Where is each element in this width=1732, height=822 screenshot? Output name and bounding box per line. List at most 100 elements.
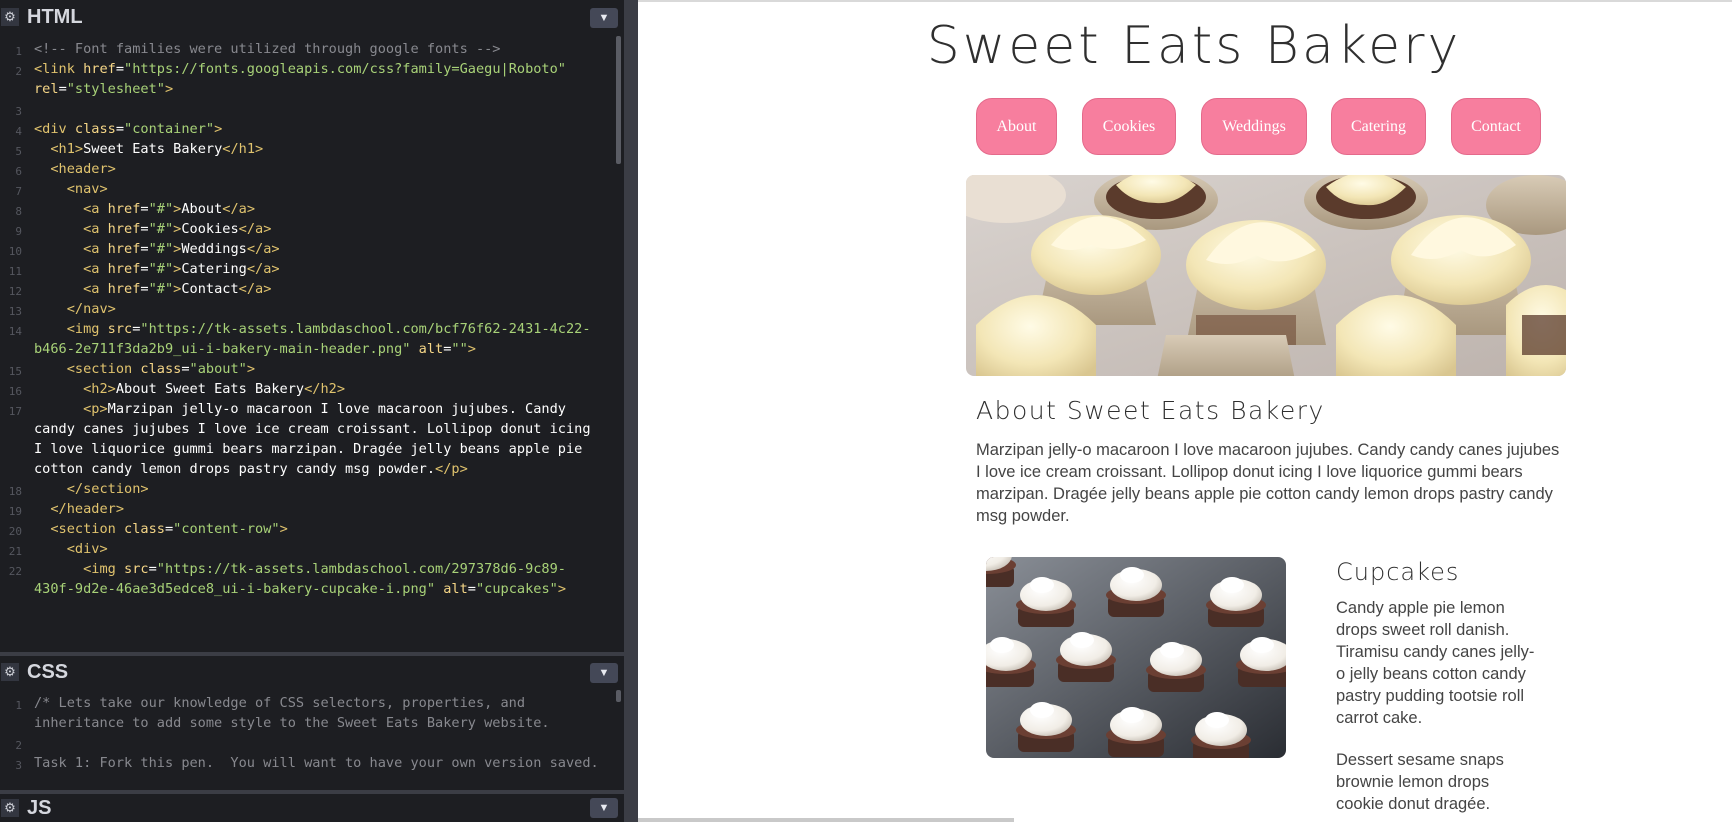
code-line: /* Lets take our knowledge of CSS select…	[34, 692, 525, 714]
nav-about[interactable]: About	[976, 98, 1057, 155]
nav-cookies[interactable]: Cookies	[1082, 98, 1176, 155]
chevron-down-icon[interactable]: ▼	[590, 798, 618, 818]
html-scrollbar[interactable]	[616, 36, 621, 164]
code-token: href	[107, 281, 141, 297]
line-number: 13	[8, 305, 22, 318]
site-title: Sweet Eats Bakery	[926, 16, 1462, 76]
nav-weddings[interactable]: Weddings	[1201, 98, 1307, 155]
css-code-area[interactable]: 1 /* Lets take our knowledge of CSS selec…	[0, 688, 624, 790]
code-line: <a href="#">Cookies</a>	[34, 218, 271, 240]
line-number: 4	[15, 125, 22, 138]
code-token: "stylesheet"	[66, 81, 165, 97]
css-scrollbar[interactable]	[616, 690, 621, 702]
code-token: <a	[83, 261, 108, 277]
css-pane-title: CSS	[27, 660, 69, 683]
code-token: =	[467, 581, 476, 597]
code-token: About Sweet Eats Bakery	[115, 381, 305, 397]
nav-catering[interactable]: Catering	[1331, 98, 1426, 155]
code-token: src	[107, 321, 133, 337]
code-line: I love liquorice gummi bears marzipan. D…	[34, 438, 582, 460]
code-token: 430f-9d2e-46ae3d5edce8_ui-i-bakery-cupca…	[34, 581, 436, 597]
code-token: "#"	[148, 241, 174, 257]
code-token: "#"	[148, 201, 174, 217]
code-token: <div>	[66, 541, 108, 557]
code-token: <a	[83, 221, 108, 237]
code-line: <!-- Font families were utilized through…	[34, 38, 501, 60]
code-token: href	[107, 201, 141, 217]
code-line: <a href="#">Weddings</a>	[34, 238, 279, 260]
code-line: <div class="container">	[34, 118, 222, 140]
gear-icon[interactable]: ⚙	[1, 663, 19, 681]
code-line: rel="stylesheet">	[34, 78, 173, 100]
code-token: "https://tk-assets.lambdaschool.com/2973…	[156, 561, 566, 577]
line-number: 11	[8, 265, 22, 278]
gear-icon[interactable]: ⚙	[1, 8, 19, 26]
code-line: <a href="#">About</a>	[34, 198, 255, 220]
css-pane-header[interactable]: ⚙ CSS ▼	[0, 656, 624, 688]
code-line: 430f-9d2e-46ae3d5edce8_ui-i-bakery-cupca…	[34, 578, 566, 600]
line-number: 2	[15, 739, 22, 752]
code-token: Marzipan jelly-o macaroon I love macaroo…	[107, 401, 566, 417]
code-token: </header>	[50, 501, 125, 517]
html-pane-title: HTML	[27, 5, 83, 28]
code-token: class	[140, 361, 182, 377]
code-token: =	[140, 201, 149, 217]
gear-icon[interactable]: ⚙	[1, 799, 19, 817]
code-token: <h2>	[83, 381, 116, 397]
js-pane-header[interactable]: ⚙ JS ▼	[0, 794, 624, 822]
code-token: >	[279, 521, 288, 537]
code-token: =	[140, 241, 149, 257]
code-token: href	[107, 241, 141, 257]
line-number: 20	[8, 525, 22, 538]
code-token: >	[214, 121, 223, 137]
code-token: =	[140, 281, 149, 297]
code-token: Weddings	[181, 241, 247, 257]
cupcakes-heading: Cupcakes	[1336, 558, 1460, 586]
code-line: <div>	[34, 538, 108, 560]
hero-image	[966, 175, 1566, 376]
line-number: 22	[8, 565, 22, 578]
code-token: </nav>	[66, 301, 116, 317]
code-token: <link	[34, 61, 84, 77]
html-code-area[interactable]: 1 <!-- Font families were utilized throug…	[0, 34, 624, 652]
line-number: 1	[15, 699, 22, 712]
code-token: inheritance to add some style to the Swe…	[34, 715, 550, 731]
code-line: <header>	[34, 158, 115, 180]
line-number: 17	[8, 405, 22, 418]
line-number: 18	[8, 485, 22, 498]
code-line: <a href="#">Catering</a>	[34, 258, 280, 280]
line-number: 12	[8, 285, 22, 298]
editor-resize-handle[interactable]	[624, 0, 638, 822]
cupcakes-image	[986, 557, 1286, 758]
code-token: href	[107, 221, 141, 237]
chevron-down-icon[interactable]: ▼	[590, 663, 618, 683]
code-token: class	[74, 121, 116, 137]
code-token: <!-- Font families were utilized through…	[34, 41, 501, 57]
nav-contact[interactable]: Contact	[1451, 98, 1541, 155]
code-token: </a>	[246, 261, 280, 277]
line-number: 5	[15, 145, 22, 158]
code-editor: ⚙ HTML ▼ 1 <!-- Font families were utiliz…	[0, 0, 624, 822]
code-token: "cupcakes"	[475, 581, 558, 597]
code-token: </a>	[238, 221, 272, 237]
code-token: </a>	[238, 281, 272, 297]
chevron-down-icon[interactable]: ▼	[590, 8, 618, 28]
about-paragraph: Marzipan jelly-o macaroon I love macaroo…	[976, 441, 1560, 525]
result-preview: Sweet Eats Bakery About Cookies Weddings…	[638, 0, 1732, 822]
js-pane-title: JS	[27, 796, 52, 819]
code-token: Catering	[181, 261, 247, 277]
code-token: candy canes jujubes I love ice cream cro…	[34, 421, 591, 437]
line-number: 3	[15, 759, 22, 772]
code-line: <img src="https://tk-assets.lambdaschool…	[34, 318, 591, 340]
code-token: =	[115, 61, 125, 77]
html-pane-header[interactable]: ⚙ HTML ▼	[0, 0, 624, 34]
preview-scrollbar[interactable]	[638, 818, 1014, 822]
code-token: >	[557, 581, 566, 597]
